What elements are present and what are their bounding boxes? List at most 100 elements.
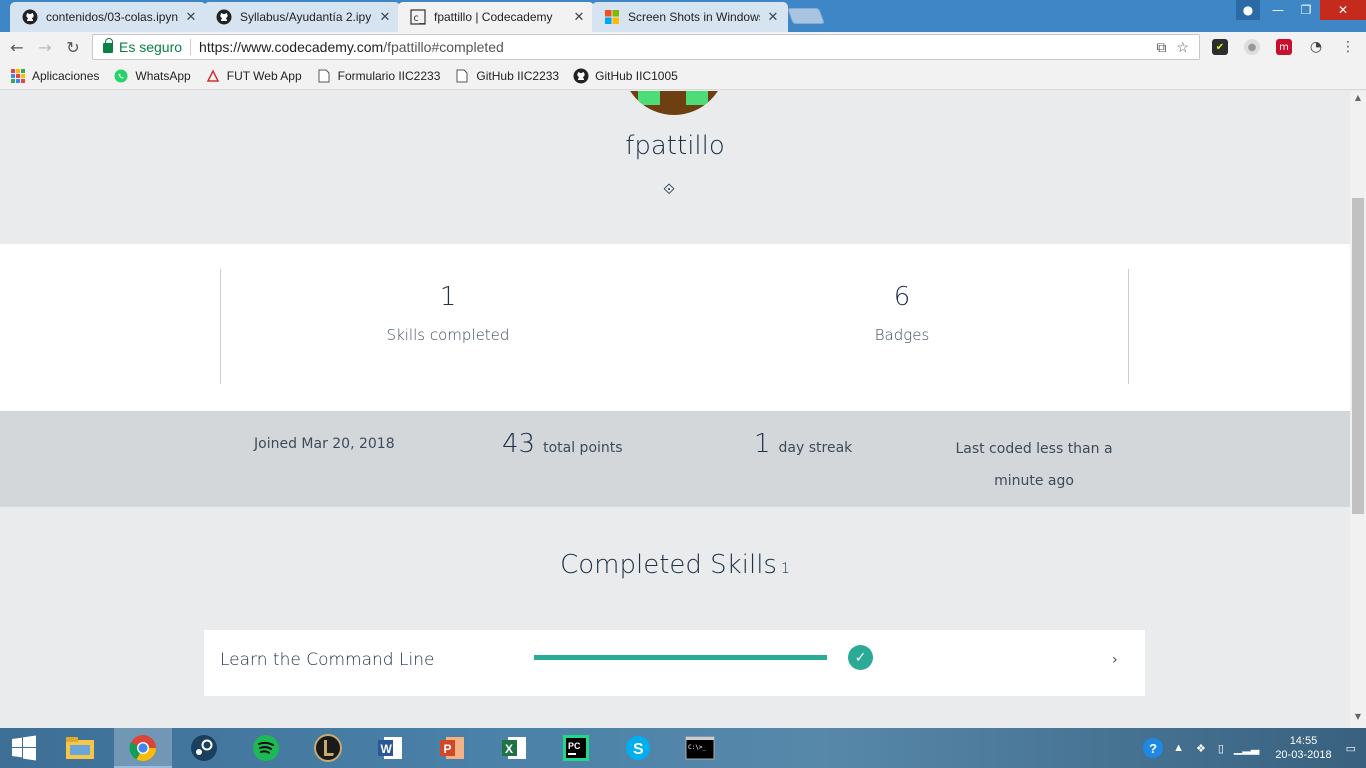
extension-speed-icon[interactable]: ◔ — [1308, 39, 1324, 55]
league-of-legends-icon[interactable] — [312, 732, 344, 764]
points-label: total points — [543, 440, 623, 456]
pycharm-icon[interactable]: PC — [560, 732, 592, 764]
extension-check-icon[interactable]: ✔ — [1212, 39, 1228, 55]
command-prompt-icon[interactable]: C:\>_ — [684, 732, 716, 764]
skill-name: Learn the Command Line — [220, 650, 435, 670]
completed-skills-title: Completed Skills — [560, 550, 777, 580]
check-icon: ✓ — [848, 645, 873, 670]
new-tab-button[interactable] — [787, 8, 825, 24]
whatsapp-icon — [113, 68, 129, 84]
stats-panel: 1 Skills completed 6 Badges — [0, 244, 1350, 411]
clock-time: 14:55 — [1289, 735, 1318, 747]
bookmark-formulario[interactable]: Formulario IIC2233 — [316, 68, 441, 84]
codecademy-icon: c_ — [410, 9, 426, 25]
skill-card[interactable]: Learn the Command Line ✓ › — [204, 630, 1145, 696]
close-window-button[interactable]: ✕ — [1320, 0, 1366, 20]
minimize-button[interactable]: — — [1264, 0, 1292, 20]
steam-icon[interactable] — [188, 732, 220, 764]
skype-icon[interactable]: S — [622, 732, 654, 764]
badges-label: Badges — [874, 326, 930, 344]
spotify-icon[interactable] — [250, 732, 282, 764]
notifications-icon[interactable]: ▭ — [1346, 742, 1356, 755]
close-icon[interactable]: ✕ — [378, 10, 392, 25]
svg-text:c_: c_ — [413, 13, 426, 24]
tab-contenidos[interactable]: contenidos/03-colas.ipynb ✕ — [10, 2, 206, 32]
system-tray: ? ▲ ❖ ▯ ▁▂▃ 14:55 20-03-2018 ▭ — [1143, 728, 1356, 768]
battery-icon[interactable]: ▯ — [1218, 742, 1224, 755]
help-icon[interactable]: ? — [1143, 738, 1164, 758]
dropbox-icon[interactable]: ❖ — [1196, 742, 1206, 755]
window-controls: ● — ❐ ✕ — [1236, 0, 1366, 20]
apps-grid-icon — [10, 68, 26, 84]
bookmark-fut[interactable]: FUT Web App — [205, 68, 302, 84]
tab-screenshots[interactable]: Screen Shots in Windows ✕ — [592, 2, 788, 32]
bookmark-github-2233[interactable]: GitHub IIC2233 — [454, 68, 559, 84]
extension-mega-icon[interactable]: m — [1276, 39, 1292, 55]
tab-title: Screen Shots in Windows — [628, 10, 760, 24]
clock[interactable]: 14:55 20-03-2018 — [1275, 734, 1331, 762]
chevron-right-icon[interactable]: › — [1112, 652, 1118, 668]
page-icon — [316, 68, 332, 84]
avatar-pixel — [638, 91, 660, 105]
link-icon[interactable]: ⟐ — [660, 180, 678, 198]
word-icon[interactable]: W — [374, 732, 406, 764]
menu-icon[interactable]: ⋮ — [1340, 39, 1356, 55]
tab-syllabus[interactable]: Syllabus/Ayudantía 2.ipynb ✕ — [204, 2, 400, 32]
bookmark-star-icon[interactable]: ☆ — [1176, 39, 1189, 56]
restore-button[interactable]: ❐ — [1292, 0, 1320, 20]
bookmark-label: FUT Web App — [226, 68, 302, 83]
skill-progress-fill — [534, 655, 827, 660]
bookmark-github-1005[interactable]: GitHub IIC1005 — [573, 68, 678, 84]
svg-text:P: P — [444, 742, 452, 756]
skills-completed-stat: 1 Skills completed — [221, 282, 675, 344]
url-host: https://www.codecademy.com — [199, 39, 384, 55]
completed-skills-heading: Completed Skills 1 — [0, 550, 1350, 580]
clock-date: 20-03-2018 — [1275, 749, 1332, 761]
powerpoint-icon[interactable]: P — [436, 732, 468, 764]
github-icon — [573, 68, 589, 84]
tab-title: contenidos/03-colas.ipynb — [46, 10, 178, 24]
streak-value: 1 — [754, 429, 771, 459]
scroll-up-icon[interactable]: ▲ — [1350, 93, 1366, 107]
secure-label: Es seguro — [119, 39, 183, 55]
back-icon[interactable]: ← — [8, 38, 26, 57]
bookmark-apps[interactable]: Aplicaciones — [10, 68, 99, 84]
fut-icon — [205, 68, 221, 84]
scroll-down-icon[interactable]: ▼ — [1350, 712, 1366, 726]
avatar-pixel — [686, 91, 708, 105]
translate-icon[interactable]: ⧉ — [1156, 39, 1166, 56]
page-scrollbar[interactable]: ▲ ▼ — [1350, 91, 1366, 728]
profile-icon[interactable]: ● — [1236, 0, 1260, 20]
lock-icon — [103, 38, 113, 53]
excel-icon[interactable]: X — [498, 732, 530, 764]
bookmark-label: GitHub IIC1005 — [595, 68, 678, 83]
bookmark-whatsapp[interactable]: WhatsApp — [113, 68, 191, 84]
address-separator — [190, 39, 192, 55]
file-explorer-icon[interactable] — [64, 732, 96, 764]
extension-circle-icon[interactable]: ● — [1244, 39, 1260, 55]
activity-bar: Joined Mar 20, 2018 43 total points 1 da… — [0, 411, 1350, 507]
chrome-icon[interactable] — [127, 732, 159, 764]
tab-title: Syllabus/Ayudantía 2.ipynb — [240, 10, 372, 24]
tray-expand-icon[interactable]: ▲ — [1173, 742, 1184, 754]
bookmark-label: Aplicaciones — [32, 68, 100, 83]
forward-icon[interactable]: → — [36, 38, 54, 57]
svg-text:S: S — [633, 741, 644, 758]
tab-strip: contenidos/03-colas.ipynb ✕ Syllabus/Ayu… — [0, 0, 1366, 32]
reload-icon[interactable]: ↻ — [64, 38, 82, 57]
browser-toolbar: ← → ↻ Es seguro https://www.codecademy.c… — [0, 32, 1366, 62]
avatar[interactable] — [622, 91, 726, 115]
bookmark-label: Formulario IIC2233 — [337, 68, 441, 83]
close-icon[interactable]: ✕ — [184, 10, 198, 25]
profile-username: fpattillo — [625, 131, 725, 161]
start-icon[interactable] — [8, 732, 40, 764]
tab-codecademy[interactable]: c_ fpattillo | Codecademy ✕ — [398, 2, 594, 32]
wifi-icon[interactable]: ▁▂▃ — [1234, 742, 1259, 755]
close-icon[interactable]: ✕ — [766, 10, 780, 25]
streak-label: day streak — [778, 440, 853, 456]
url-path: /fpattillo#completed — [383, 39, 504, 55]
windows-icon — [605, 10, 619, 24]
scrollbar-thumb[interactable] — [1352, 198, 1364, 514]
address-bar[interactable]: Es seguro https://www.codecademy.com/fpa… — [92, 34, 1200, 60]
close-icon[interactable]: ✕ — [572, 10, 586, 25]
